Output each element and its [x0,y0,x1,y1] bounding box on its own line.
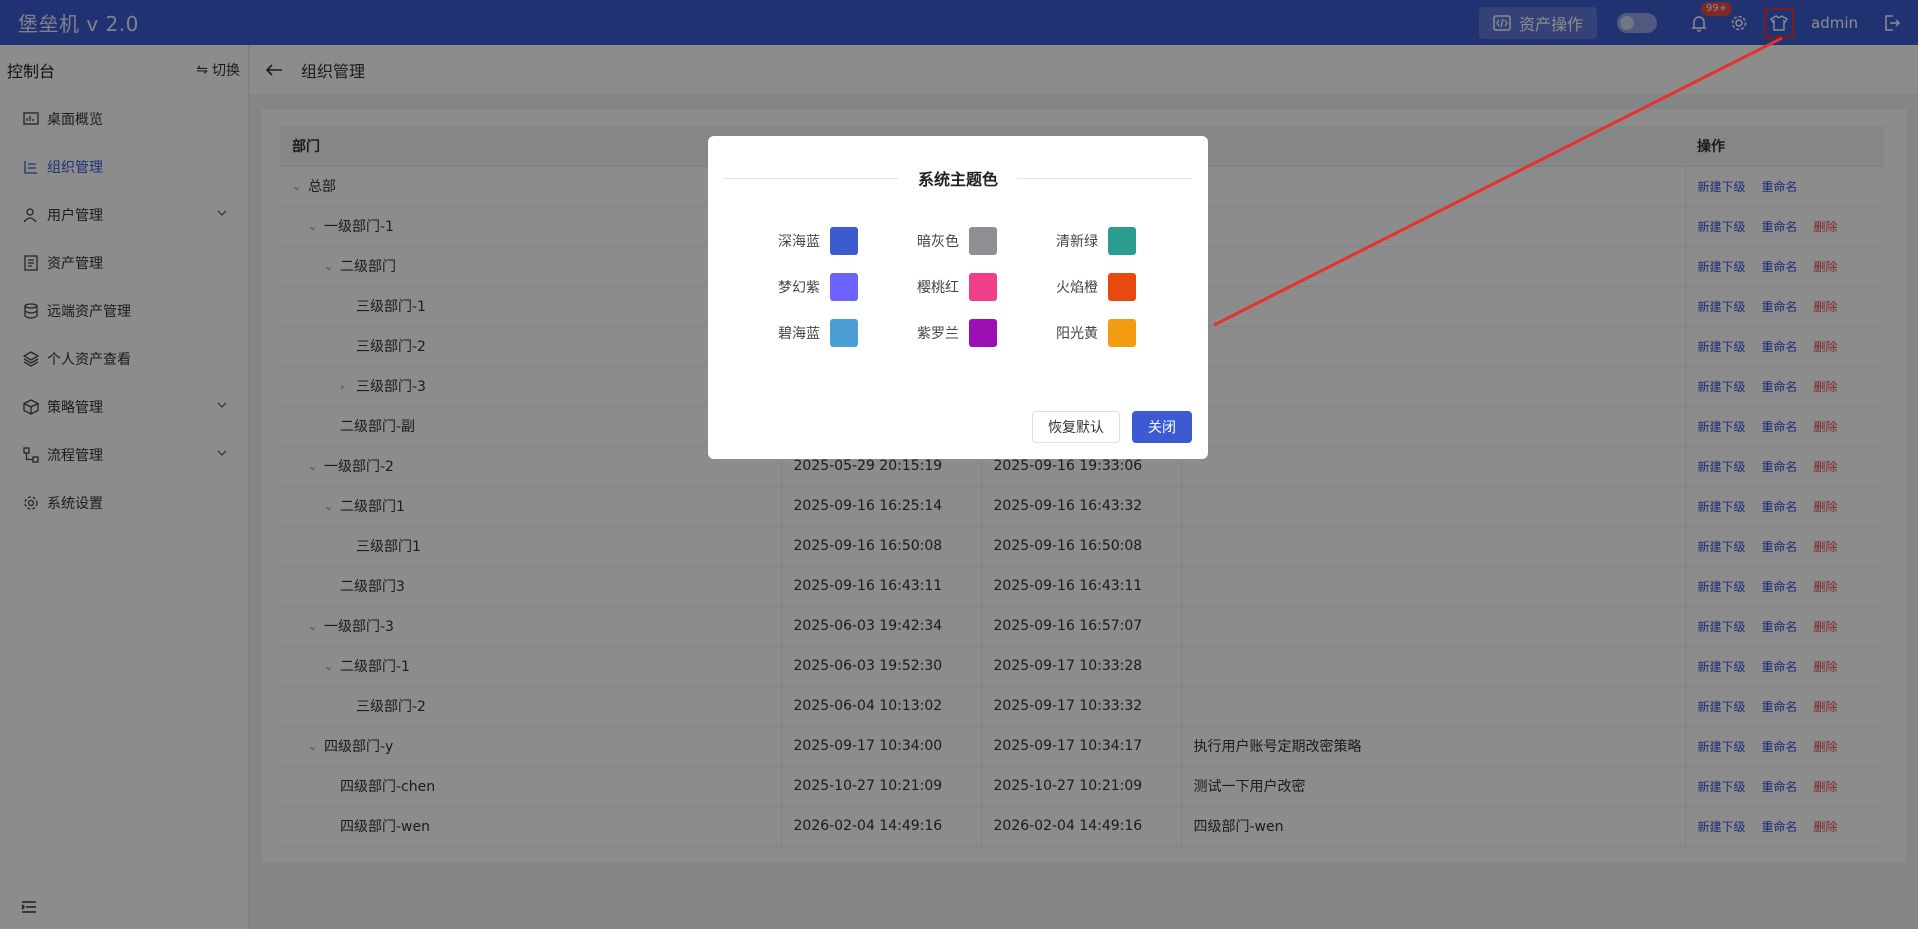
color-name: 樱桃红 [917,280,959,296]
theme-color-option[interactable]: 阳光黄 [1056,318,1148,348]
color-chip[interactable] [969,273,997,301]
theme-color-option[interactable]: 清新绿 [1056,226,1148,256]
theme-color-option[interactable]: 火焰橙 [1056,272,1148,302]
color-name: 紫罗兰 [917,326,959,342]
theme-color-option[interactable]: 梦幻紫 [778,272,917,302]
color-name: 碧海蓝 [778,326,820,342]
divider [1018,177,1193,179]
divider [724,177,898,179]
color-chip[interactable] [969,319,997,347]
theme-color-option[interactable]: 紫罗兰 [917,318,1056,348]
theme-color-modal: 系统主题色 深海蓝 暗灰色 清新绿梦幻紫 樱桃红 火焰橙碧海蓝 紫罗兰 阳光黄 恢复默认 关… [708,136,1208,459]
theme-color-option[interactable]: 碧海蓝 [778,318,917,348]
modal-title: 系统主题色 [918,170,999,189]
reset-default-button[interactable]: 恢复默认 [1032,411,1120,443]
color-name: 清新绿 [1056,234,1098,250]
close-button[interactable]: 关闭 [1132,411,1192,443]
theme-color-option[interactable]: 暗灰色 [917,226,1056,256]
color-name: 深海蓝 [778,234,820,250]
color-chip[interactable] [1108,319,1136,347]
color-name: 阳光黄 [1056,326,1098,342]
color-chip[interactable] [969,227,997,255]
color-chip[interactable] [1108,273,1136,301]
modal-title-row: 系统主题色 [724,166,1193,190]
color-name: 火焰橙 [1056,280,1098,296]
color-chip[interactable] [1108,227,1136,255]
color-name: 暗灰色 [917,234,959,250]
color-chip[interactable] [830,273,858,301]
color-chip[interactable] [830,227,858,255]
color-chip[interactable] [830,319,858,347]
color-name: 梦幻紫 [778,280,820,296]
theme-color-option[interactable]: 樱桃红 [917,272,1056,302]
color-swatch-grid: 深海蓝 暗灰色 清新绿梦幻紫 樱桃红 火焰橙碧海蓝 紫罗兰 阳光黄 [778,226,1148,348]
theme-color-option[interactable]: 深海蓝 [778,226,917,256]
